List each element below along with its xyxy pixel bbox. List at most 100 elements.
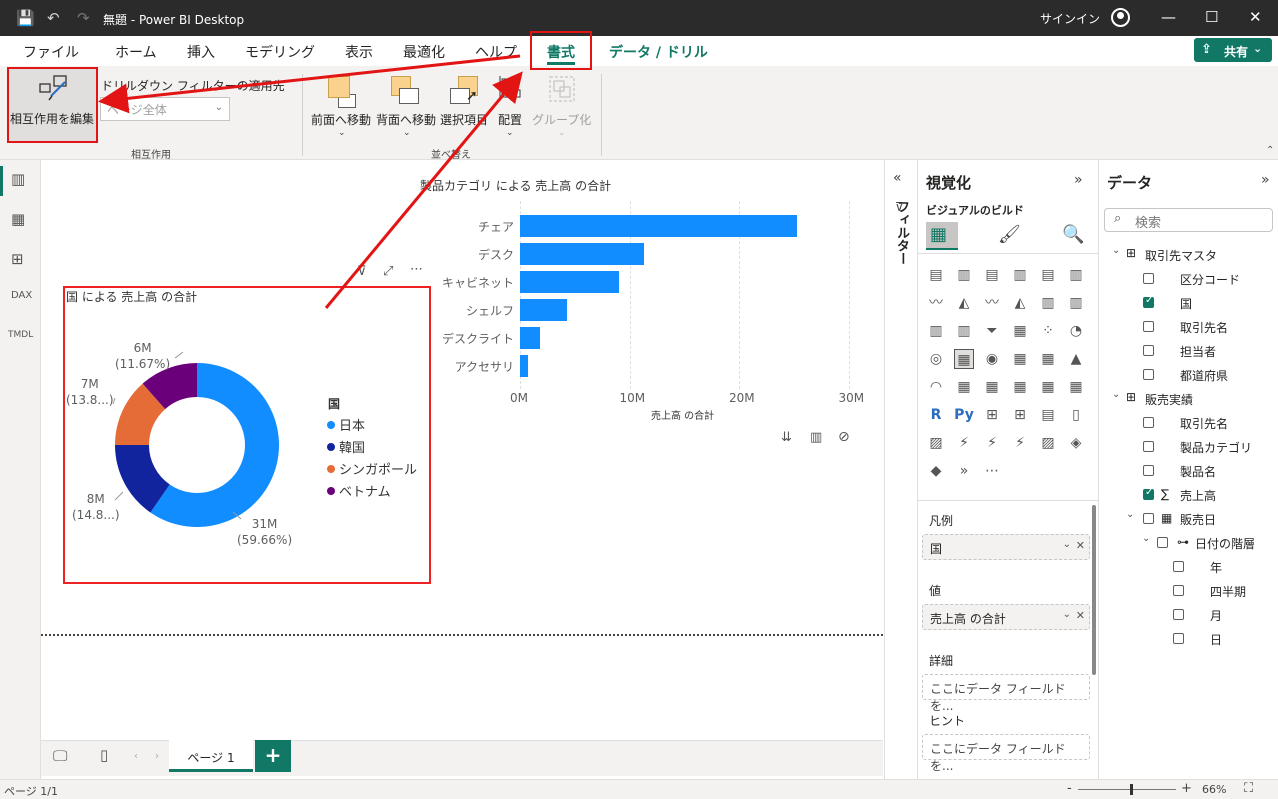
scroll-left-icon[interactable]: ‹ xyxy=(134,751,138,762)
chevron-down-icon[interactable]: ⌄ xyxy=(1142,533,1150,544)
visual-type-icon[interactable]: ◭ xyxy=(1010,293,1030,313)
close-icon[interactable]: ✕ xyxy=(1249,8,1262,26)
minimize-icon[interactable]: — xyxy=(1161,8,1176,26)
save-icon[interactable]: 💾 xyxy=(16,9,35,27)
field-checkbox[interactable] xyxy=(1143,369,1154,380)
tab-data-drill[interactable]: データ / ドリル xyxy=(609,42,708,62)
chevron-down-icon[interactable]: ⌄ xyxy=(1112,245,1120,256)
visual-type-icon[interactable]: ⊞ xyxy=(982,405,1002,425)
analytics-icon[interactable]: 🔍 xyxy=(1062,224,1084,245)
scrollbar[interactable] xyxy=(1092,505,1096,675)
visual-type-icon[interactable]: ⋯ xyxy=(982,461,1002,481)
signin-link[interactable]: サインイン xyxy=(1040,10,1100,27)
visual-type-icon[interactable]: ◉ xyxy=(982,349,1002,369)
data-search-input[interactable]: ⌕ 検索 xyxy=(1104,208,1273,232)
visual-type-icon[interactable]: 〰 xyxy=(982,293,1002,313)
visual-type-icon[interactable]: ◠ xyxy=(926,377,946,397)
field-name[interactable]: 製品名 xyxy=(1180,463,1216,480)
filter-icon[interactable]: ⊽ xyxy=(357,264,367,279)
visual-type-icon[interactable]: ◈ xyxy=(1066,433,1086,453)
visual-type-icon[interactable]: ▤ xyxy=(1038,405,1058,425)
field-name[interactable]: 担当者 xyxy=(1180,343,1216,360)
visual-type-icon[interactable]: ▥ xyxy=(1066,293,1086,313)
field-name[interactable]: 販売日 xyxy=(1180,511,1216,528)
field-checkbox[interactable] xyxy=(1143,417,1154,428)
chevron-down-icon[interactable]: ⌄ xyxy=(1063,609,1071,620)
visual-type-icon[interactable]: ◭ xyxy=(954,293,974,313)
field-checkbox[interactable] xyxy=(1143,345,1154,356)
visual-type-icon[interactable]: ▥ xyxy=(926,321,946,341)
table-view-icon[interactable]: ▦ xyxy=(11,210,25,228)
maximize-icon[interactable]: ☐ xyxy=(1205,8,1218,26)
tab-view[interactable]: 表示 xyxy=(345,42,373,62)
bring-forward-button[interactable]: 前面へ移動 ⌄ xyxy=(310,72,374,144)
field-name[interactable]: 四半期 xyxy=(1210,583,1246,600)
visual-type-icon[interactable]: Py xyxy=(954,405,974,425)
visual-type-icon[interactable]: ◎ xyxy=(926,349,946,369)
chevron-down-icon[interactable]: ⌄ xyxy=(1126,509,1134,520)
field-name[interactable]: 国 xyxy=(1180,295,1192,312)
visual-type-icon[interactable]: ▦ xyxy=(954,377,974,397)
drill-mode-icon[interactable]: ⇊ xyxy=(781,430,792,445)
scroll-right-icon[interactable]: › xyxy=(155,751,159,762)
bar[interactable] xyxy=(520,327,540,349)
visual-type-icon[interactable]: ◆ xyxy=(926,461,946,481)
donut-chart-visual-icon[interactable]: ▦ xyxy=(954,349,974,369)
visual-type-icon[interactable]: ▥ xyxy=(954,321,974,341)
bar[interactable] xyxy=(520,243,644,265)
report-view-icon[interactable]: ▥ xyxy=(11,170,25,188)
visual-type-icon[interactable]: ▦ xyxy=(982,377,1002,397)
bar-chart-visual[interactable]: 製品カテゴリ による 売上高 の合計 0M 10M 20M 30M チェア デスク キャビネ… xyxy=(420,175,880,435)
chevron-down-icon[interactable]: ⌄ xyxy=(1063,539,1071,550)
collapse-ribbon-icon[interactable]: ⌃ xyxy=(1266,145,1278,157)
bar[interactable] xyxy=(520,299,568,321)
visual-type-icon[interactable]: ⏷ xyxy=(982,321,1002,341)
mobile-layout-icon[interactable]: ▯ xyxy=(100,746,108,764)
field-checkbox[interactable] xyxy=(1173,609,1184,620)
visual-type-icon[interactable]: ⊞ xyxy=(1010,405,1030,425)
field-checkbox[interactable] xyxy=(1143,487,1154,500)
bar[interactable] xyxy=(520,215,798,237)
zoom-out-icon[interactable]: - xyxy=(1067,781,1072,796)
visual-type-icon[interactable]: ▥ xyxy=(954,265,974,285)
visual-type-icon[interactable]: ▤ xyxy=(982,265,1002,285)
tab-home[interactable]: ホーム xyxy=(115,42,157,62)
field-name[interactable]: 取引先名 xyxy=(1180,319,1228,336)
collapse-data-icon[interactable]: » xyxy=(1261,172,1270,188)
visual-type-icon[interactable]: ▥ xyxy=(1010,265,1030,285)
field-name[interactable]: 年 xyxy=(1210,559,1222,576)
zoom-slider[interactable] xyxy=(1078,789,1176,790)
field-checkbox[interactable] xyxy=(1143,295,1154,308)
build-visual-tab[interactable]: ▦ xyxy=(926,222,958,250)
share-button[interactable]: ⇪ 共有 ⌄ xyxy=(1194,38,1272,62)
field-name[interactable]: 都道府県 xyxy=(1180,367,1228,384)
visual-type-icon[interactable]: ▦ xyxy=(1066,377,1086,397)
field-name[interactable]: 日 xyxy=(1210,631,1222,648)
field-checkbox[interactable] xyxy=(1143,321,1154,332)
visual-type-icon[interactable]: ▯ xyxy=(1066,405,1086,425)
bar[interactable] xyxy=(520,355,528,377)
tab-optimize[interactable]: 最適化 xyxy=(403,42,445,62)
page-tab[interactable]: ページ 1 xyxy=(169,740,253,772)
dax-query-icon[interactable]: DAX xyxy=(11,290,32,301)
field-name[interactable]: 区分コード xyxy=(1180,271,1240,288)
remove-field-icon[interactable]: ✕ xyxy=(1076,539,1085,552)
field-name[interactable]: 取引先名 xyxy=(1180,415,1228,432)
visual-type-icon[interactable]: ◔ xyxy=(1066,321,1086,341)
visual-type-icon[interactable]: 〰 xyxy=(926,293,946,313)
donut-chart-visual[interactable]: 国 による 売上高 の合計 国 日本 韓国 シンガポール ベトナム 31M (59.66… xyxy=(63,286,431,584)
field-name[interactable]: 日付の階層 xyxy=(1195,535,1255,552)
avatar[interactable] xyxy=(1111,8,1130,27)
focus-mode-icon[interactable]: ⤢ xyxy=(383,264,393,279)
expand-filters-icon[interactable]: « xyxy=(893,170,902,186)
legend-item[interactable]: ベトナム xyxy=(327,481,391,500)
field-checkbox[interactable] xyxy=(1173,561,1184,572)
tooltip-well[interactable]: ここにデータ フィールドを... xyxy=(922,734,1090,773)
field-checkbox[interactable] xyxy=(1157,537,1168,548)
visual-type-icon[interactable]: ▤ xyxy=(1038,265,1058,285)
selection-pane-button[interactable]: ➚ 選択項目 xyxy=(440,72,496,144)
tab-insert[interactable]: 挿入 xyxy=(187,42,215,62)
group-button[interactable]: グループ化 ⌄ xyxy=(530,72,594,144)
visual-type-icon[interactable]: ▤ xyxy=(926,265,946,285)
legend-well[interactable]: 国 ⌄ ✕ xyxy=(922,534,1090,560)
